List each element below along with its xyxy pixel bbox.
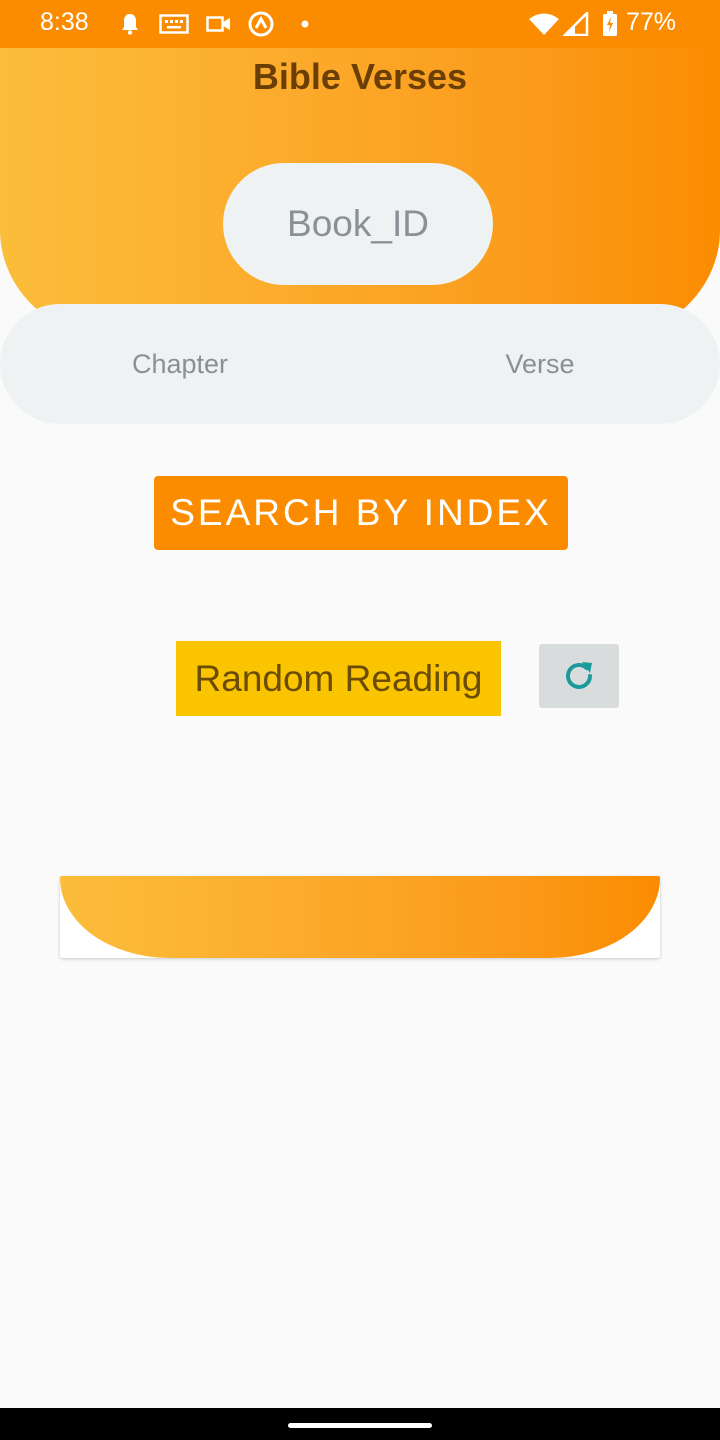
home-gesture-handle[interactable] — [288, 1423, 432, 1428]
battery-icon — [601, 10, 619, 38]
battery-percent: 77% — [626, 8, 677, 36]
video-icon — [206, 10, 232, 38]
random-reading-button[interactable]: Random Reading — [176, 641, 501, 716]
signal-icon — [563, 10, 589, 38]
random-reading-label: Random Reading — [194, 657, 483, 699]
page-title: Bible Verses — [252, 56, 468, 97]
status-time: 8:38 — [40, 8, 89, 36]
dot-icon — [300, 10, 310, 38]
book-id-input[interactable]: Book_ID — [223, 163, 493, 285]
search-by-index-button[interactable]: SEARCH BY INDEX — [154, 476, 568, 550]
chapter-input[interactable]: Chapter — [0, 304, 360, 424]
search-by-index-label: SEARCH BY INDEX — [170, 492, 552, 533]
verse-result-card — [60, 876, 660, 958]
book-id-placeholder: Book_ID — [287, 203, 429, 244]
keyboard-icon — [159, 10, 189, 38]
refresh-icon — [560, 657, 598, 695]
result-card-header — [60, 876, 660, 958]
status-bar: 8:38 77% — [0, 0, 720, 48]
verse-placeholder: Verse — [505, 348, 575, 379]
app-screen: 8:38 77% Bible Verses Book_ID Chapter Ve… — [0, 0, 720, 1440]
navigation-bar — [0, 1408, 720, 1440]
chapter-placeholder: Chapter — [131, 348, 229, 379]
sync-icon — [247, 10, 275, 38]
verse-input[interactable]: Verse — [360, 304, 720, 424]
bell-icon — [118, 10, 142, 38]
refresh-button[interactable] — [539, 644, 619, 708]
wifi-icon — [528, 10, 560, 38]
chapter-verse-bar: Chapter Verse — [0, 304, 720, 424]
